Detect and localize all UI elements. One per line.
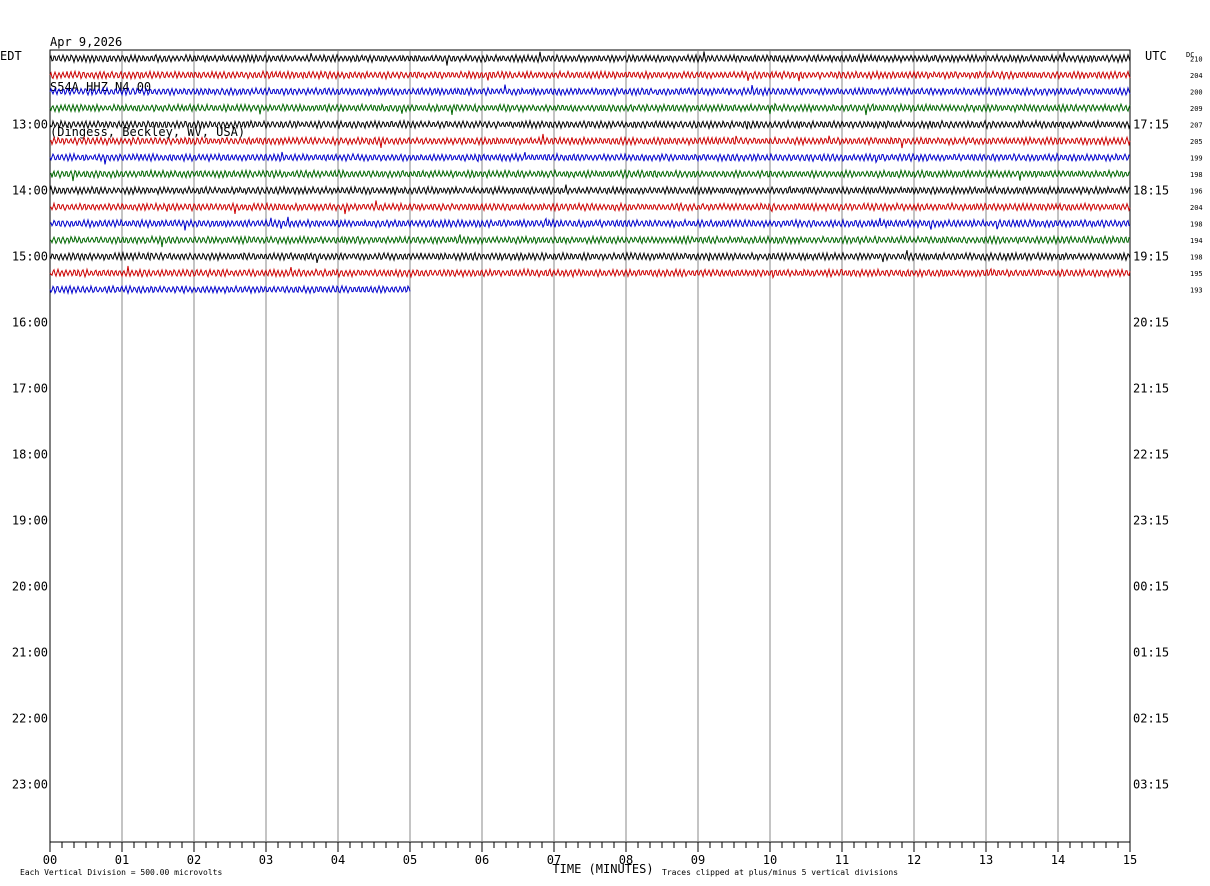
left-hour-label: 19:00 bbox=[12, 514, 48, 528]
left-hour-label: 14:00 bbox=[12, 184, 48, 198]
right-hour-label: 18:15 bbox=[1133, 184, 1169, 198]
dc-offset-label: 195 bbox=[1190, 270, 1203, 278]
seismic-trace-6 bbox=[49, 133, 1131, 149]
right-hour-label: 17:15 bbox=[1133, 118, 1169, 132]
right-hour-label: 21:15 bbox=[1133, 382, 1169, 396]
left-hour-label: 20:00 bbox=[12, 580, 48, 594]
minute-ticks bbox=[49, 842, 1131, 852]
dc-offset-label: 198 bbox=[1190, 171, 1203, 179]
seismic-traces bbox=[49, 51, 1131, 296]
x-tick-label-04: 04 bbox=[331, 853, 345, 867]
seismic-trace-9 bbox=[49, 184, 1131, 197]
dc-offset-label: 205 bbox=[1190, 138, 1203, 146]
right-hour-label: 20:15 bbox=[1133, 316, 1169, 330]
right-hour-label: 02:15 bbox=[1133, 712, 1169, 726]
left-hour-label: 23:00 bbox=[12, 778, 48, 792]
x-axis-title: TIME (MINUTES) bbox=[552, 862, 653, 876]
dc-offset-label: 198 bbox=[1190, 221, 1203, 229]
dc-offset-label: 193 bbox=[1190, 287, 1203, 295]
seismic-trace-7 bbox=[49, 151, 1131, 165]
dc-offset-label: 196 bbox=[1190, 188, 1203, 196]
dc-offset-label: 194 bbox=[1190, 237, 1203, 245]
seismic-trace-10 bbox=[49, 200, 1131, 215]
right-hour-label: 03:15 bbox=[1133, 778, 1169, 792]
left-hour-label: 22:00 bbox=[12, 712, 48, 726]
x-tick-label-00: 00 bbox=[43, 853, 57, 867]
seismic-trace-8 bbox=[49, 168, 1131, 182]
right-hour-label: 00:15 bbox=[1133, 580, 1169, 594]
dc-offset-label: 204 bbox=[1190, 204, 1203, 212]
plot-frame bbox=[49, 49, 1131, 843]
x-tick-label-01: 01 bbox=[115, 853, 129, 867]
seismic-trace-2 bbox=[49, 69, 1131, 82]
seismic-trace-4 bbox=[49, 102, 1131, 116]
dc-offset-label: 200 bbox=[1190, 89, 1203, 97]
dc-offset-label: 210 bbox=[1190, 56, 1203, 64]
dc-offset-label: 204 bbox=[1190, 72, 1203, 80]
minute-gridlines bbox=[121, 50, 1059, 842]
x-tick-label-13: 13 bbox=[979, 853, 993, 867]
right-hour-label: 01:15 bbox=[1133, 646, 1169, 660]
right-hour-label: 19:15 bbox=[1133, 250, 1169, 264]
seismic-trace-1 bbox=[49, 51, 1131, 66]
seismic-trace-13 bbox=[49, 250, 1131, 264]
left-hour-label: 13:00 bbox=[12, 118, 48, 132]
seismic-trace-15 bbox=[49, 284, 411, 296]
x-tick-label-02: 02 bbox=[187, 853, 201, 867]
x-tick-label-11: 11 bbox=[835, 853, 849, 867]
left-hour-label: 16:00 bbox=[12, 316, 48, 330]
helicorder-plot: 00 01 02 03 04 05 06 07 08 09 10 11 12 13 14 1513:0014:… bbox=[0, 49, 1203, 877]
utc-label: UTC bbox=[1145, 49, 1167, 63]
dc-offset-label: 207 bbox=[1190, 122, 1203, 130]
edt-label: EDT bbox=[0, 49, 22, 63]
x-tick-label-03: 03 bbox=[259, 853, 273, 867]
seismic-trace-3 bbox=[49, 84, 1131, 98]
dc-offset-label: 198 bbox=[1190, 254, 1203, 262]
left-hour-label: 17:00 bbox=[12, 382, 48, 396]
seismic-trace-14 bbox=[49, 265, 1131, 280]
dc-offset-label: 209 bbox=[1190, 105, 1203, 113]
x-tick-label-15: 15 bbox=[1123, 853, 1137, 867]
scale-note: Each Vertical Division = 500.00 microvol… bbox=[20, 868, 222, 877]
left-hour-label: 21:00 bbox=[12, 646, 48, 660]
x-tick-label-06: 06 bbox=[475, 853, 489, 867]
seismic-trace-12 bbox=[49, 234, 1131, 248]
x-tick-label-09: 09 bbox=[691, 853, 705, 867]
seismic-trace-5 bbox=[49, 118, 1131, 131]
x-tick-label-10: 10 bbox=[763, 853, 777, 867]
left-hour-label: 15:00 bbox=[12, 250, 48, 264]
x-tick-label-12: 12 bbox=[907, 853, 921, 867]
right-hour-label: 23:15 bbox=[1133, 514, 1169, 528]
seismic-trace-11 bbox=[49, 216, 1131, 231]
x-tick-label-05: 05 bbox=[403, 853, 417, 867]
right-hour-label: 22:15 bbox=[1133, 448, 1169, 462]
dc-offset-label: 199 bbox=[1190, 155, 1203, 163]
x-tick-label-14: 14 bbox=[1051, 853, 1065, 867]
clip-note: Traces clipped at plus/minus 5 vertical … bbox=[662, 868, 898, 877]
left-hour-label: 18:00 bbox=[12, 448, 48, 462]
